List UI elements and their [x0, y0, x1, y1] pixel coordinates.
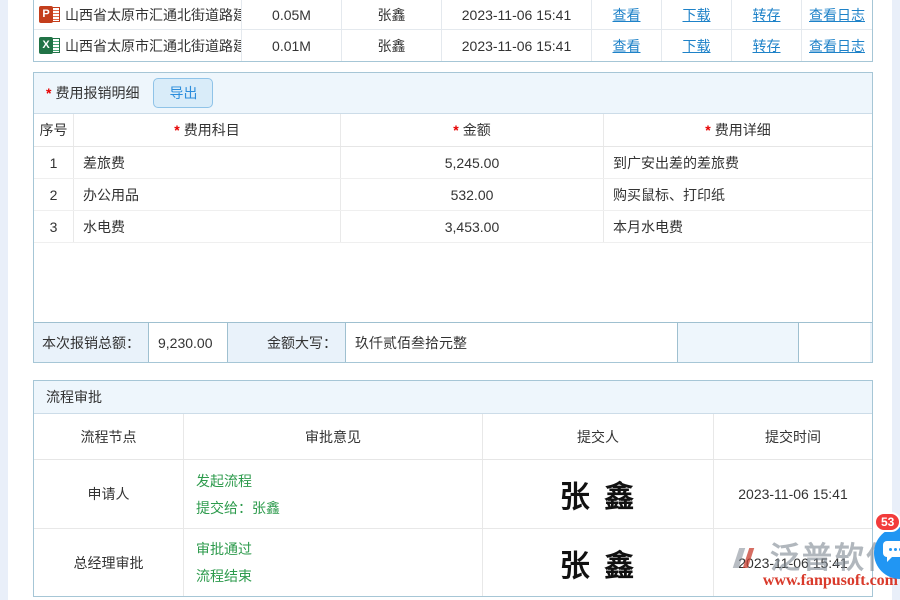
expense-approval-page: P 山西省太原市汇通北街道路建 0.05M 张鑫 2023-11-06 15:4…: [0, 0, 900, 600]
col-subject: * 费用科目: [74, 114, 341, 146]
submit-time: 2023-11-06 15:41: [714, 460, 872, 528]
approval-opinion: 审批通过 流程结束: [184, 529, 483, 596]
amount-in-words-label: 金额大写：: [228, 323, 345, 362]
ppt-file-icon: P: [39, 6, 60, 24]
expense-row: 1 差旅费 5,245.00 到广安出差的差旅费: [34, 147, 872, 179]
approval-panel-title: 流程审批: [46, 387, 102, 407]
download-link[interactable]: 下载: [683, 36, 711, 56]
col-submitter: 提交人: [483, 414, 714, 459]
approval-row: 申请人 发起流程 提交给：张鑫 张 鑫 2023-11-06 15:41: [34, 460, 872, 528]
submit-time: 2023-11-06 15:41: [714, 529, 872, 596]
view-link[interactable]: 查看: [613, 36, 641, 56]
summary-filler-cell: [798, 323, 870, 362]
expense-subject: 差旅费: [74, 147, 341, 178]
approval-row: 总经理审批 审批通过 流程结束 张 鑫 2023-11-06 15:41: [34, 528, 872, 596]
expense-subject: 水电费: [74, 211, 341, 242]
expense-table-header: 序号 * 费用科目 * 金额 * 费用详细: [34, 114, 872, 147]
expense-panel-header: * 费用报销明细 导出: [34, 73, 872, 114]
expense-amount: 5,245.00: [341, 147, 604, 178]
col-amount: * 金额: [341, 114, 604, 146]
save-as-link[interactable]: 转存: [753, 5, 781, 25]
expense-subject: 办公用品: [74, 179, 341, 210]
attachment-row: P 山西省太原市汇通北街道路建 0.05M 张鑫 2023-11-06 15:4…: [34, 0, 872, 29]
col-approval-opinion: 审批意见: [184, 414, 483, 459]
expense-detail: 本月水电费: [604, 211, 872, 242]
amount-in-words-value: 玖仟贰佰叁拾元整: [345, 323, 678, 362]
row-index: 3: [34, 211, 74, 242]
row-index: 1: [34, 147, 74, 178]
file-upload-time: 2023-11-06 15:41: [442, 0, 592, 29]
workflow-node: 申请人: [34, 460, 184, 528]
file-size: 0.01M: [242, 30, 342, 61]
file-size: 0.05M: [242, 0, 342, 29]
chat-bubble-icon: [883, 541, 900, 557]
col-detail: * 费用详细: [604, 114, 872, 146]
col-workflow-node: 流程节点: [34, 414, 184, 459]
submitter-signature: 张 鑫: [560, 472, 636, 516]
expense-summary-row: 本次报销总额： 9,230.00 金额大写： 玖仟贰佰叁拾元整: [34, 322, 872, 362]
right-scrollbar-track[interactable]: [892, 0, 900, 600]
expense-table-empty-area: [34, 243, 872, 322]
file-uploader: 张鑫: [342, 0, 442, 29]
download-link[interactable]: 下载: [683, 5, 711, 25]
total-amount-value: 9,230.00: [148, 323, 228, 362]
expense-detail: 购买鼠标、打印纸: [604, 179, 872, 210]
attachment-row: X 山西省太原市汇通北街道路建 0.01M 张鑫 2023-11-06 15:4…: [34, 29, 872, 61]
expense-detail-panel: * 费用报销明细 导出 序号 * 费用科目 * 金额 * 费用详细: [33, 72, 873, 363]
file-uploader: 张鑫: [342, 30, 442, 61]
file-upload-time: 2023-11-06 15:41: [442, 30, 592, 61]
row-index: 2: [34, 179, 74, 210]
file-name: 山西省太原市汇通北街道路建: [65, 5, 242, 25]
workflow-node: 总经理审批: [34, 529, 184, 596]
attachments-table: P 山西省太原市汇通北街道路建 0.05M 张鑫 2023-11-06 15:4…: [33, 0, 873, 62]
col-index: 序号: [34, 114, 74, 146]
view-log-link[interactable]: 查看日志: [809, 36, 865, 56]
expense-amount: 3,453.00: [341, 211, 604, 242]
approval-opinion: 发起流程 提交给：张鑫: [184, 460, 483, 528]
approval-workflow-panel: 流程审批 流程节点 审批意见 提交人 提交时间 申请人 发起流程 提交给：张鑫 …: [33, 380, 873, 597]
total-amount-label: 本次报销总额：: [34, 323, 148, 362]
required-asterisk: *: [46, 85, 51, 101]
left-gutter: [0, 0, 8, 600]
submitter-signature: 张 鑫: [560, 541, 636, 585]
save-as-link[interactable]: 转存: [753, 36, 781, 56]
view-log-link[interactable]: 查看日志: [809, 5, 865, 25]
excel-file-icon: X: [39, 37, 60, 55]
expense-panel-title: 费用报销明细: [55, 83, 139, 103]
view-link[interactable]: 查看: [613, 5, 641, 25]
export-button[interactable]: 导出: [153, 78, 213, 108]
chat-unread-badge: 53: [874, 512, 900, 532]
expense-detail: 到广安出差的差旅费: [604, 147, 872, 178]
expense-row: 3 水电费 3,453.00 本月水电费: [34, 211, 872, 243]
approval-table-header: 流程节点 审批意见 提交人 提交时间: [34, 414, 872, 460]
file-name: 山西省太原市汇通北街道路建: [65, 36, 242, 56]
summary-filler-cell: [678, 323, 798, 362]
approval-panel-header: 流程审批: [34, 381, 872, 414]
expense-row: 2 办公用品 532.00 购买鼠标、打印纸: [34, 179, 872, 211]
chat-widget-button[interactable]: [874, 527, 900, 579]
expense-amount: 532.00: [341, 179, 604, 210]
col-submit-time: 提交时间: [714, 414, 872, 459]
